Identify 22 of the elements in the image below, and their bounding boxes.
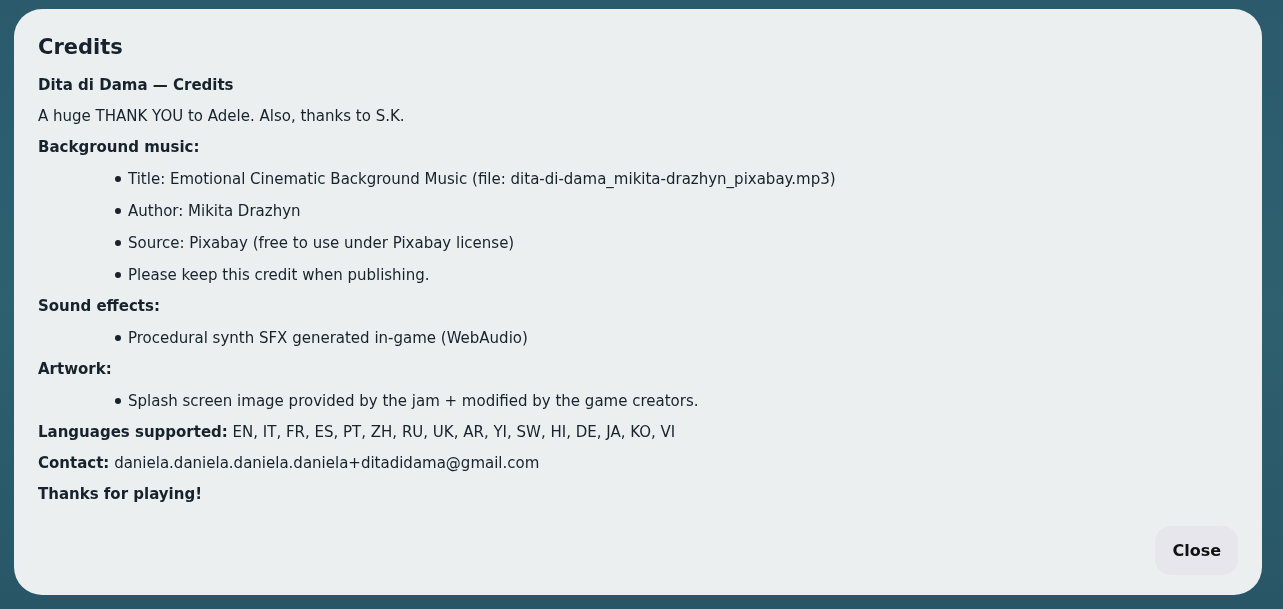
credit-text: Contact: daniela.daniela.daniela.daniela+ditadidama@gmail.com	[38, 453, 541, 474]
section-heading: Sound effects:	[38, 296, 161, 317]
bullet-icon	[115, 398, 121, 404]
credit-text: A huge THANK YOU to Adele. Also, thanks to S.K.	[38, 106, 406, 127]
list-item: Title: Emotional Cinematic Background Music (file: dita-di-dama_mikita-drazhyn_pixabay.mp3)	[128, 169, 836, 190]
bullet-icon	[115, 272, 121, 278]
bullet-icon	[115, 176, 121, 182]
bullet-icon	[115, 240, 121, 246]
list-item: Source: Pixabay (free to use under Pixabay license)	[128, 233, 515, 254]
bullet-icon	[115, 335, 121, 341]
section-heading: Background music:	[38, 137, 201, 158]
section-heading: Artwork:	[38, 359, 113, 380]
dialog-title: Credits	[38, 35, 124, 59]
list-item: Procedural synth SFX generated in-game (WebAudio)	[128, 328, 528, 349]
section-heading: Dita di Dama — Credits	[38, 75, 235, 96]
list-item: Author: Mikita Drazhyn	[128, 201, 301, 222]
list-item: Please keep this credit when publishing.	[128, 265, 430, 286]
close-button[interactable]: Close	[1155, 526, 1238, 575]
bullet-icon	[115, 208, 121, 214]
list-item: Splash screen image provided by the jam + modified by the game creators.	[128, 391, 699, 412]
section-heading: Thanks for playing!	[38, 484, 203, 505]
credit-text: Languages supported: EN, IT, FR, ES, PT, ZH, RU, UK, AR, YI, SW, HI, DE, JA, KO, VI	[38, 422, 677, 443]
